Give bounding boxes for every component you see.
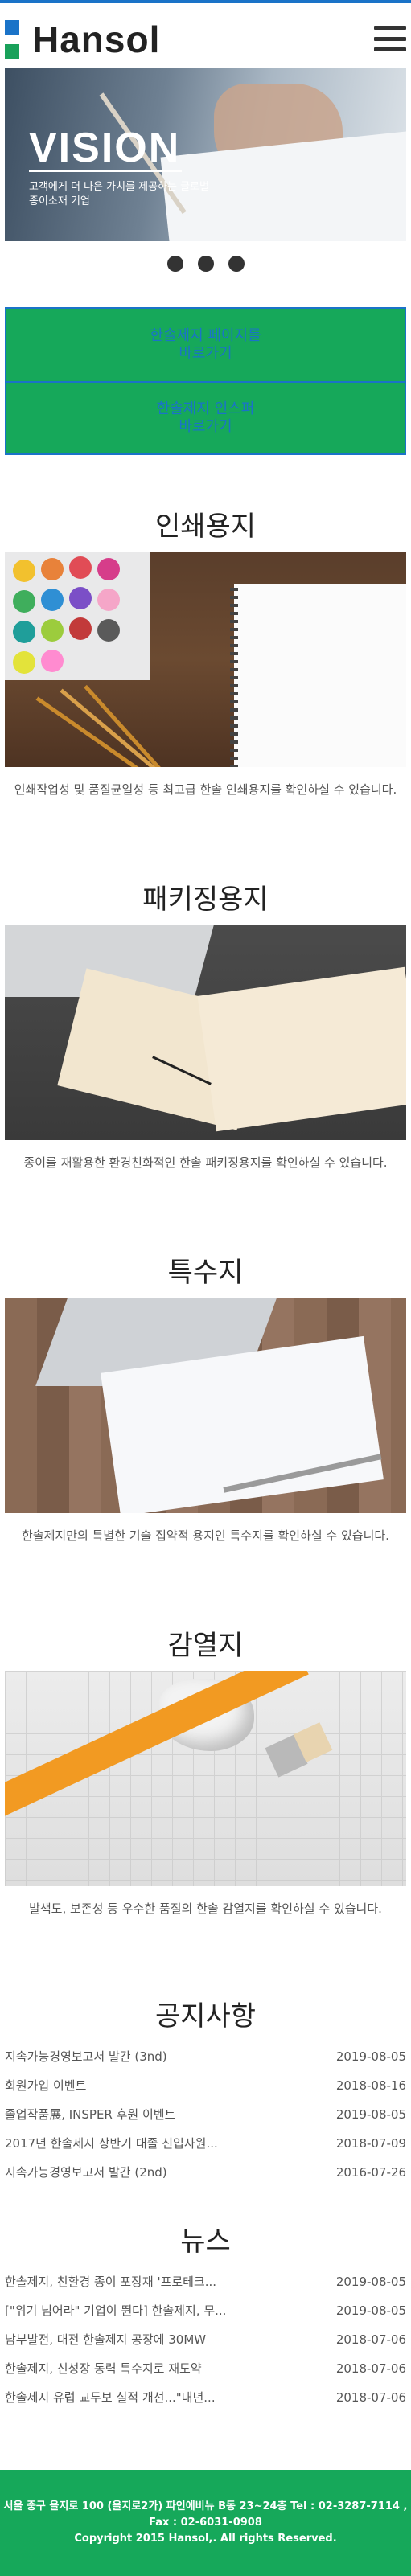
news-item-title: 한솔제지 유럽 교두보 실적 개선..."내년... [5,2390,216,2405]
hero-divider [29,170,182,172]
notice-item-title: 졸업작품展, INSPER 후원 이벤트 [5,2107,176,2122]
notice-title: 공지사항 [154,2000,257,2032]
logo[interactable]: Hansol [5,18,160,61]
site-header: Hansol [0,3,411,68]
news-list: 한솔제지, 친환경 종이 포장재 '프로테크... 2019-08-05 ["위기… [5,2267,406,2412]
list-item[interactable]: 졸업작품展, INSPER 후원 이벤트 2019-08-05 [5,2100,406,2129]
notice-item-title: 회원가입 이벤트 [5,2078,87,2093]
specialty-paper-image[interactable] [5,1298,406,1513]
carousel-dot-3[interactable] [228,256,245,272]
list-item[interactable]: 2017년 한솔제지 상반기 대졸 신입사원... 2018-07-09 [5,2129,406,2158]
hero-title: VISION [29,125,181,171]
product-packaging-paper: 패키징용지 종이를 재활용한 환경친화적인 한솔 패키징용지를 확인하실 수 있… [0,828,411,1201]
product-title: 패키징용지 [142,884,269,916]
news-item-date: 2018-07-06 [335,2390,406,2405]
hero-subtitle: 고객에게 더 나은 가치를 제공하는 글로벌 종이소재 기업 [29,181,209,207]
notice-item-date: 2018-08-16 [335,2078,406,2093]
packaging-paper-image[interactable] [5,925,406,1140]
hero-banner[interactable]: VISION 고객에게 더 나은 가치를 제공하는 글로벌 종이소재 기업 [5,68,406,241]
news-item-date: 2019-08-05 [335,2275,406,2289]
list-item[interactable]: 남부발전, 대전 한솔제지 공장에 30MW 2018-07-06 [5,2325,406,2354]
shortcut-buttons: 한솔제지 페이지를 바로가기 한솔제지 인스퍼 바로가기 [5,307,406,455]
list-item[interactable]: 한솔제지, 신성장 동력 특수지로 재도약 2018-07-06 [5,2354,406,2383]
news-item-title: ["위기 넘어라" 기업이 뛴다] 한솔제지, 무... [5,2303,227,2318]
notice-item-date: 2016-07-26 [335,2165,406,2180]
product-description: 인쇄작업성 및 품질균일성 등 최고급 한솔 인쇄용지를 확인하실 수 있습니다… [14,782,397,797]
insper-link-label: 한솔제지 인스퍼 바로가기 [156,400,255,435]
notice-item-title: 지속가능경영보고서 발간 (3nd) [5,2049,167,2064]
paper-homepage-button[interactable]: 한솔제지 페이지를 바로가기 [6,309,405,381]
list-item[interactable]: 지속가능경영보고서 발간 (2nd) 2016-07-26 [5,2158,406,2187]
carousel-dots [0,241,411,286]
notice-board: 공지사항 지속가능경영보고서 발간 (3nd) 2019-08-05 회원가입 이… [0,1991,411,2187]
site-footer: 서울 중구 을지로 100 (을지로2가) 파인에비뉴 B동 23~24층 Te… [0,2470,411,2576]
news-item-date: 2018-07-06 [335,2361,406,2376]
printing-paper-image[interactable] [5,552,406,767]
news-item-title: 한솔제지, 친환경 종이 포장재 '프로테크... [5,2275,217,2289]
product-description: 한솔제지만의 특별한 기술 집약적 용지인 특수지를 확인하실 수 있습니다. [22,1528,389,1543]
product-printing-paper: 인쇄용지 인쇄작업성 및 품질균일성 등 최고급 한솔 인쇄용지를 확인하실 수… [0,455,411,828]
logo-mark-icon [5,20,23,59]
product-title: 특수지 [167,1257,244,1289]
product-title: 인쇄용지 [154,511,257,543]
footer-copyright: Copyright 2015 Hansol,. All rights Reser… [74,2533,337,2545]
list-item[interactable]: ["위기 넘어라" 기업이 뛴다] 한솔제지, 무... 2019-08-05 [5,2296,406,2325]
notice-item-title: 지속가능경영보고서 발간 (2nd) [5,2165,167,2180]
product-title: 감열지 [167,1630,244,1662]
hamburger-menu-icon[interactable] [374,23,406,55]
paper-homepage-label: 한솔제지 페이지를 바로가기 [150,327,261,362]
news-item-title: 한솔제지, 신성장 동력 특수지로 재도약 [5,2361,202,2376]
notice-item-date: 2019-08-05 [335,2049,406,2064]
notice-item-title: 2017년 한솔제지 상반기 대졸 신입사원... [5,2136,218,2151]
news-item-date: 2018-07-06 [335,2332,406,2347]
notice-item-date: 2018-07-09 [335,2136,406,2151]
footer-address: 서울 중구 을지로 100 (을지로2가) 파인에비뉴 B동 23~24층 Te… [3,2500,408,2512]
list-item[interactable]: 한솔제지, 친환경 종이 포장재 '프로테크... 2019-08-05 [5,2267,406,2296]
product-description: 종이를 재활용한 환경친화적인 한솔 패키징용지를 확인하실 수 있습니다. [23,1155,388,1170]
news-board: 뉴스 한솔제지, 친환경 종이 포장재 '프로테크... 2019-08-05 [… [0,2216,411,2412]
product-thermal-paper: 감열지 발색도, 보존성 등 우수한 품질의 한솔 감열지를 확인하실 수 있습… [0,1574,411,1947]
thermal-paper-image[interactable] [5,1671,406,1886]
news-item-date: 2019-08-05 [335,2303,406,2318]
insper-link-button[interactable]: 한솔제지 인스퍼 바로가기 [6,381,405,453]
carousel-dot-1[interactable] [166,256,183,272]
logo-text: Hansol [32,18,161,60]
news-title: 뉴스 [180,2225,231,2258]
list-item[interactable]: 한솔제지 유럽 교두보 실적 개선..."내년... 2018-07-06 [5,2383,406,2412]
notice-list: 지속가능경영보고서 발간 (3nd) 2019-08-05 회원가입 이벤트 201… [5,2042,406,2187]
footer-fax: Fax : 02-6031-0908 [149,2517,262,2529]
news-item-title: 남부발전, 대전 한솔제지 공장에 30MW [5,2332,207,2347]
product-specialty-paper: 특수지 한솔제지만의 특별한 기술 집약적 용지인 특수지를 확인하실 수 있습… [0,1201,411,1574]
product-description: 발색도, 보존성 등 우수한 품질의 한솔 감열지를 확인하실 수 있습니다. [29,1901,382,1916]
list-item[interactable]: 지속가능경영보고서 발간 (3nd) 2019-08-05 [5,2042,406,2071]
list-item[interactable]: 회원가입 이벤트 2018-08-16 [5,2071,406,2100]
notice-item-date: 2019-08-05 [335,2107,406,2122]
carousel-dot-2[interactable] [197,256,214,272]
